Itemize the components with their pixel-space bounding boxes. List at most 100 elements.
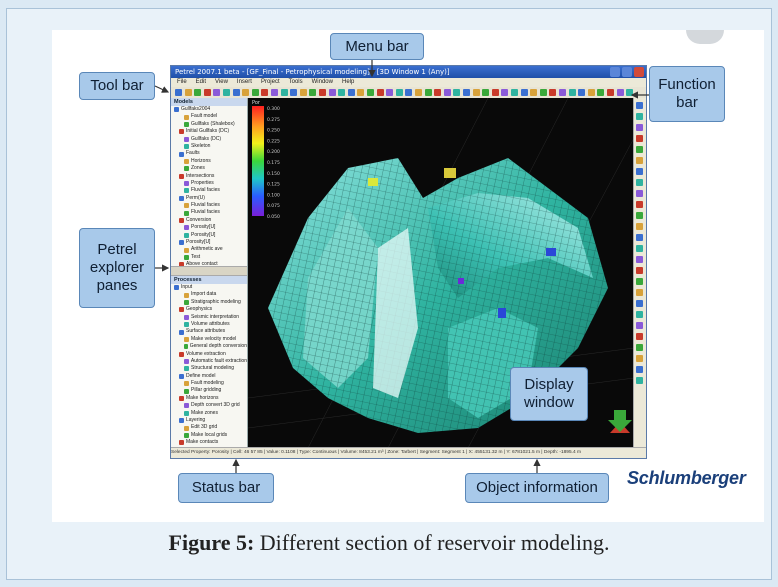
toolbar-button-icon[interactable] — [203, 89, 211, 96]
tree-item[interactable]: Make velocity model — [171, 336, 247, 343]
toolbar-button-icon[interactable] — [607, 89, 614, 96]
tree-item[interactable]: Gullfaks (DC) — [171, 136, 247, 143]
function-button-icon[interactable] — [636, 157, 643, 164]
toolbar-button-icon[interactable] — [357, 89, 365, 96]
tree-item[interactable]: Structural modeling — [171, 365, 247, 372]
tree-item[interactable]: Porosity[U] — [171, 232, 247, 239]
toolbar-button-icon[interactable] — [223, 89, 230, 96]
toolbar-button-icon[interactable] — [261, 89, 269, 96]
function-button-icon[interactable] — [636, 344, 643, 351]
toolbar-button-icon[interactable] — [290, 89, 298, 96]
toolbar-button-icon[interactable] — [578, 89, 586, 96]
toolbar-button-icon[interactable] — [395, 89, 403, 96]
tree-item[interactable]: Fluvial facies — [171, 187, 247, 194]
tree-item[interactable]: Pillar gridding — [171, 387, 247, 394]
menu-help[interactable]: Help — [342, 78, 354, 87]
tree-item[interactable]: Input — [171, 284, 247, 291]
tree-item[interactable]: Import data — [171, 291, 247, 298]
function-button-icon[interactable] — [636, 179, 643, 186]
toolbar-button-icon[interactable] — [319, 89, 326, 96]
tree-item[interactable]: Fault model — [171, 113, 247, 120]
pane-tabs[interactable] — [171, 266, 247, 276]
tree-item[interactable]: Zones — [171, 165, 247, 172]
function-button-icon[interactable] — [636, 135, 643, 142]
tree-item[interactable]: Volume extraction — [171, 351, 247, 358]
tree-item[interactable]: Surface attributes — [171, 328, 247, 335]
function-button-icon[interactable] — [636, 190, 643, 197]
function-button-icon[interactable] — [636, 223, 643, 230]
tree-item[interactable]: Automatic fault extraction — [171, 358, 247, 365]
toolbar-button-icon[interactable] — [520, 89, 528, 96]
function-button-icon[interactable] — [636, 146, 643, 153]
tree-item[interactable]: General depth conversion — [171, 343, 247, 350]
tree-item[interactable]: Conversion — [171, 217, 247, 224]
toolbar-button-icon[interactable] — [568, 89, 576, 96]
toolbar-button-icon[interactable] — [482, 89, 490, 96]
tree-item[interactable]: Stratigraphic modeling — [171, 299, 247, 306]
function-button-icon[interactable] — [636, 212, 643, 219]
toolbar-button-icon[interactable] — [367, 89, 374, 96]
tree-item[interactable]: Initial Gullfaks (DC) — [171, 128, 247, 135]
tree-item[interactable]: Gullfaks2004 — [171, 106, 247, 113]
toolbar-button-icon[interactable] — [587, 89, 595, 96]
tree-item[interactable]: Gullfaks (Shalebox) — [171, 121, 247, 128]
function-button-icon[interactable] — [636, 102, 643, 109]
toolbar-button-icon[interactable] — [338, 89, 346, 96]
toolbar-button-icon[interactable] — [415, 89, 422, 96]
tree-item[interactable]: Porosity[U] — [171, 224, 247, 231]
close-button[interactable] — [634, 67, 644, 77]
toolbar-button-icon[interactable] — [491, 89, 499, 96]
toolbar-button-icon[interactable] — [386, 89, 394, 96]
tree-item[interactable]: Fluvial facies — [171, 202, 247, 209]
toolbar-button-icon[interactable] — [242, 89, 250, 96]
toolbar-button-icon[interactable] — [530, 89, 538, 96]
maximize-button[interactable] — [622, 67, 632, 77]
tree-item[interactable]: Perm(U) — [171, 195, 247, 202]
function-button-icon[interactable] — [636, 201, 643, 208]
toolbar-button-icon[interactable] — [309, 89, 317, 96]
menu-tools[interactable]: Tools — [289, 78, 303, 87]
toolbar-button-icon[interactable] — [376, 89, 384, 96]
tree-item[interactable]: Layering — [171, 417, 247, 424]
models-pane-header[interactable]: Models — [171, 98, 247, 106]
function-button-icon[interactable] — [636, 300, 643, 307]
toolbar-button-icon[interactable] — [271, 89, 278, 96]
tree-item[interactable]: Make local grids — [171, 432, 247, 439]
toolbar-button-icon[interactable] — [511, 89, 518, 96]
toolbar-button-icon[interactable] — [559, 89, 566, 96]
toolbar-button-icon[interactable] — [616, 89, 624, 96]
function-button-icon[interactable] — [636, 124, 643, 131]
toolbar-button-icon[interactable] — [597, 89, 605, 96]
tree-item[interactable]: Fluvial facies — [171, 209, 247, 216]
tree-item[interactable]: Edit 3D grid — [171, 424, 247, 431]
toolbar-button-icon[interactable] — [194, 89, 202, 96]
toolbar-button-icon[interactable] — [405, 89, 413, 96]
tree-item[interactable]: Properties — [171, 180, 247, 187]
toolbar-button-icon[interactable] — [501, 89, 509, 96]
tree-item[interactable]: Fault modeling — [171, 380, 247, 387]
tree-item[interactable]: Arithmetic ave — [171, 246, 247, 253]
function-button-icon[interactable] — [636, 377, 643, 384]
function-button-icon[interactable] — [636, 355, 643, 362]
function-button-icon[interactable] — [636, 245, 643, 252]
menu-view[interactable]: View — [215, 78, 228, 87]
tree-item[interactable]: Intersections — [171, 173, 247, 180]
tree-item[interactable]: Geophysics — [171, 306, 247, 313]
function-button-icon[interactable] — [636, 333, 643, 340]
toolbar-button-icon[interactable] — [213, 89, 221, 96]
toolbar-button-icon[interactable] — [434, 89, 442, 96]
function-button-icon[interactable] — [636, 289, 643, 296]
function-button-icon[interactable] — [636, 168, 643, 175]
tree-item[interactable]: Faults — [171, 150, 247, 157]
tree-item[interactable]: Make horizons — [171, 395, 247, 402]
function-button-icon[interactable] — [636, 366, 643, 373]
toolbar-button-icon[interactable] — [328, 89, 336, 96]
toolbar-button-icon[interactable] — [443, 89, 451, 96]
menu-window[interactable]: Window — [312, 78, 333, 87]
toolbar-button-icon[interactable] — [251, 89, 259, 96]
tree-item[interactable]: Make contacts — [171, 439, 247, 446]
toolbar-button-icon[interactable] — [453, 89, 461, 96]
toolbar-button-icon[interactable] — [549, 89, 557, 96]
function-button-icon[interactable] — [636, 234, 643, 241]
tree-item[interactable]: Seismic interpretation — [171, 314, 247, 321]
